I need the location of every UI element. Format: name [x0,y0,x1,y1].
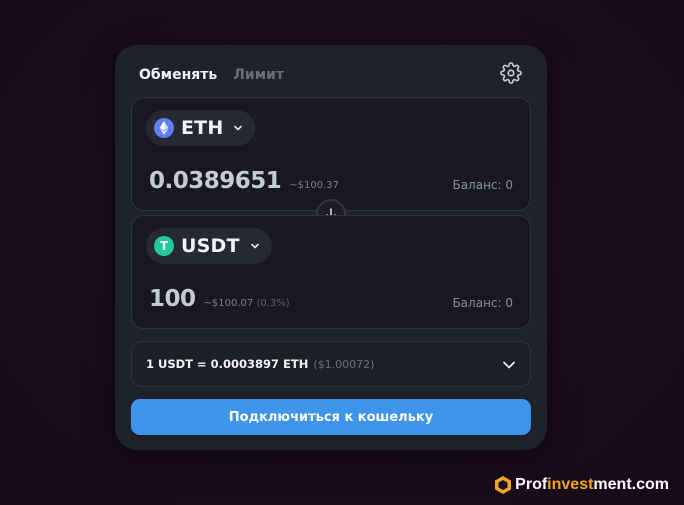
gear-icon[interactable] [500,62,522,84]
to-amount-row: 100 ~$100.07 (0.3%) [149,286,290,312]
profinvestment-logo-icon [495,476,512,494]
exchange-rate-usd: ($1.00072) [313,357,375,371]
to-panel: T USDT 100 ~$100.07 (0.3%) Баланс: 0 [131,215,531,329]
watermark-text-1: Prof [515,476,548,493]
tether-icon: T [154,236,174,256]
to-usd-value: ~$100.07 (0.3%) [204,298,290,309]
from-amount-input[interactable]: 0.0389651 [149,168,282,194]
swap-widget: Обменять Лимит ETH 0.0389651 ~$100.37 Ба… [115,45,547,450]
tab-swap[interactable]: Обменять [139,67,217,83]
to-balance: Баланс: 0 [452,296,513,310]
to-token-selector[interactable]: T USDT [146,228,272,264]
connect-wallet-button[interactable]: Подключиться к кошельку [131,399,531,435]
chevron-down-icon[interactable] [502,358,516,372]
chevron-down-icon [234,125,243,131]
watermark-text-3: ment.com [593,476,669,493]
watermark-text-2: invest [547,476,594,493]
from-panel: ETH 0.0389651 ~$100.37 Баланс: 0 [131,97,531,211]
to-token-symbol: USDT [181,235,240,257]
watermark: Profinvestment.com [495,476,669,494]
from-amount-row: 0.0389651 ~$100.37 [149,168,339,194]
to-amount-input[interactable]: 100 [149,286,196,312]
from-token-selector[interactable]: ETH [146,110,256,146]
price-impact: (0.3%) [256,298,290,309]
tab-limit[interactable]: Лимит [233,67,284,83]
to-usd-amount: ~$100.07 [203,298,254,309]
exchange-rate-row[interactable]: 1 USDT = 0.0003897 ETH ($1.00072) [131,341,531,387]
from-balance: Баланс: 0 [452,178,513,192]
exchange-rate-text: 1 USDT = 0.0003897 ETH [146,357,309,371]
ethereum-icon [154,118,174,138]
swap-tabs: Обменять Лимит [139,65,284,85]
from-usd-value: ~$100.37 [289,180,339,191]
chevron-down-icon [250,243,259,249]
from-token-symbol: ETH [181,117,224,139]
